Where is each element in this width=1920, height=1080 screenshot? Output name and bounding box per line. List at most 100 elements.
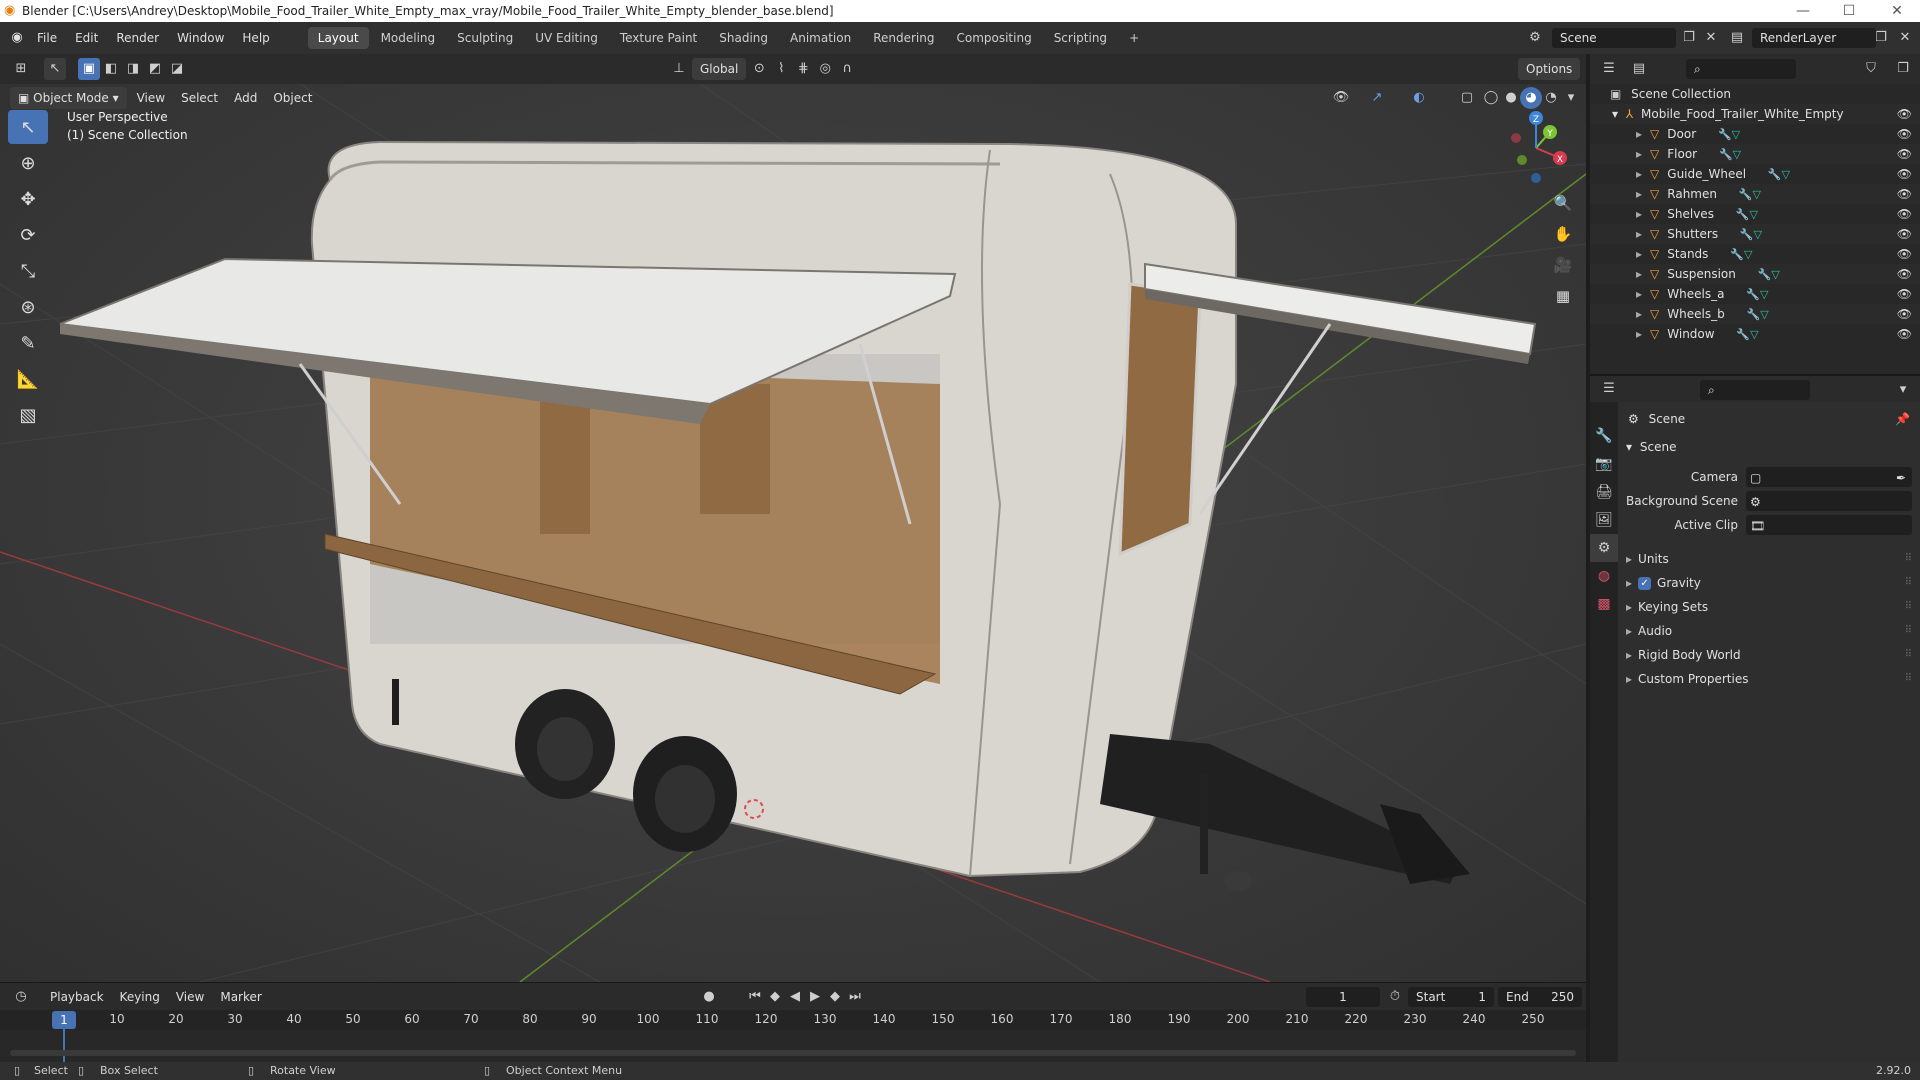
menu-edit[interactable]: Edit — [66, 22, 107, 54]
start-frame-field[interactable]: Start 1 — [1408, 987, 1494, 1007]
menu-playback[interactable]: Playback — [42, 990, 112, 1004]
blender-menu-icon[interactable]: ◉ — [6, 27, 28, 49]
tab-animation[interactable]: Animation — [780, 27, 861, 49]
properties-editor-icon[interactable]: ☰ — [1598, 378, 1620, 400]
tab-compositing[interactable]: Compositing — [946, 27, 1041, 49]
camera-field[interactable]: ▢ ✒ — [1746, 467, 1912, 487]
transform-tool-icon[interactable]: ⊛ — [8, 290, 48, 324]
gizmo-toggle-icon[interactable]: ↗ — [1366, 87, 1388, 109]
eye-icon[interactable]: 👁 — [1897, 324, 1912, 344]
select-invert-icon[interactable]: ◩ — [144, 58, 166, 80]
world-tab-icon[interactable]: ◍ — [1590, 562, 1618, 590]
snap-target-icon[interactable]: ⋕ — [792, 58, 814, 80]
filter-icon[interactable]: ⛉ — [1860, 58, 1882, 80]
select-intersect-icon[interactable]: ◪ — [166, 58, 188, 80]
display-mode-icon[interactable]: ▤ — [1628, 58, 1650, 80]
eye-icon[interactable]: 👁 — [1897, 124, 1912, 144]
drag-grip-icon[interactable]: ⠿ — [1905, 572, 1912, 594]
custom-properties-panel-header[interactable]: ▸ Custom Properties ⠿ — [1622, 668, 1916, 690]
delete-scene-icon[interactable]: ✕ — [1700, 27, 1722, 49]
end-frame-field[interactable]: End 250 — [1498, 987, 1582, 1007]
eye-icon[interactable]: 👁 — [1897, 144, 1912, 164]
pin-icon[interactable]: 📌 — [1895, 408, 1910, 430]
active-clip-field[interactable]: 🎞 — [1746, 515, 1912, 535]
tab-rendering[interactable]: Rendering — [863, 27, 944, 49]
outliner-row-object[interactable]: ▸ ▽ Wheels_a 🔧▽ 👁 — [1590, 284, 1920, 304]
eye-icon[interactable]: 👁 — [1897, 304, 1912, 324]
outliner-row-scene-collection[interactable]: ▣ Scene Collection — [1590, 84, 1920, 104]
scale-tool-icon[interactable]: ⤡ — [8, 254, 48, 288]
play-reverse-icon[interactable]: ◀ — [784, 986, 806, 1008]
menu-timeline-view[interactable]: View — [168, 990, 212, 1004]
drag-grip-icon[interactable]: ⠿ — [1905, 548, 1912, 570]
measure-tool-icon[interactable]: 📐 — [8, 362, 48, 396]
delete-layer-icon[interactable]: ✕ — [1894, 27, 1916, 49]
select-cursor-icon[interactable]: ↖ — [44, 58, 66, 80]
close-button[interactable]: ✕ — [1874, 0, 1920, 22]
menu-file[interactable]: File — [28, 22, 66, 54]
outliner-row-collection[interactable]: ▾ ⅄ Mobile_Food_Trailer_White_Empty 👁 — [1590, 104, 1920, 124]
menu-add[interactable]: Add — [226, 91, 265, 105]
eye-icon[interactable]: 👁 — [1897, 104, 1912, 124]
timeline-scrollbar[interactable] — [10, 1050, 1576, 1056]
expand-arrow-icon[interactable]: ▸ — [1636, 247, 1642, 261]
menu-view[interactable]: View — [129, 91, 173, 105]
expand-arrow-icon[interactable]: ▸ — [1636, 327, 1642, 341]
texture-tab-icon[interactable]: ▩ — [1590, 590, 1618, 618]
camera-view-icon[interactable]: 🎥 — [1550, 252, 1576, 278]
navigation-gizmo[interactable]: X Y Z — [1500, 108, 1580, 188]
outliner-row-object[interactable]: ▸ ▽ Floor 🔧▽ 👁 — [1590, 144, 1920, 164]
outliner-row-object[interactable]: ▸ ▽ Window 🔧▽ 👁 — [1590, 324, 1920, 344]
tab-layout[interactable]: Layout — [307, 27, 369, 49]
options-dropdown[interactable]: Options — [1518, 58, 1581, 80]
properties-search-input[interactable]: ⌕ — [1700, 380, 1810, 400]
solid-shading-icon[interactable]: ● — [1500, 87, 1522, 109]
object-mode-dropdown[interactable]: ▣ Object Mode ▾ — [10, 87, 127, 109]
units-panel-header[interactable]: ▸ Units ⠿ — [1622, 548, 1916, 570]
scene-selector[interactable]: Scene — [1552, 28, 1676, 48]
eye-icon[interactable]: 👁 — [1897, 184, 1912, 204]
expand-arrow-icon[interactable]: ▸ — [1636, 287, 1642, 301]
rotate-tool-icon[interactable]: ⟳ — [8, 218, 48, 252]
expand-arrow-icon[interactable]: ▾ — [1612, 107, 1618, 121]
timeline-editor-icon[interactable]: ◷ — [10, 986, 32, 1008]
annotate-tool-icon[interactable]: ✎ — [8, 326, 48, 360]
menu-object[interactable]: Object — [265, 91, 320, 105]
shading-options-icon[interactable]: ▾ — [1560, 87, 1582, 109]
add-cube-tool-icon[interactable]: ▧ — [8, 398, 48, 432]
background-scene-field[interactable]: ⚙ — [1746, 491, 1912, 511]
proportional-edit-icon[interactable]: ◎ — [814, 58, 836, 80]
properties-options-icon[interactable]: ▾ — [1892, 379, 1914, 401]
outliner-row-object[interactable]: ▸ ▽ Shelves 🔧▽ 👁 — [1590, 204, 1920, 224]
overlay-toggle-icon[interactable]: ◐ — [1408, 87, 1430, 109]
minimize-button[interactable]: — — [1780, 0, 1826, 22]
jump-end-icon[interactable]: ⏭ — [844, 986, 866, 1008]
tab-modeling[interactable]: Modeling — [371, 27, 446, 49]
menu-render[interactable]: Render — [107, 22, 168, 54]
visibility-icon[interactable]: 👁 — [1330, 87, 1352, 109]
menu-marker[interactable]: Marker — [212, 990, 269, 1004]
tab-sculpting[interactable]: Sculpting — [447, 27, 523, 49]
drag-grip-icon[interactable]: ⠿ — [1905, 596, 1912, 618]
new-collection-icon[interactable]: ❐ — [1892, 58, 1914, 80]
outliner-row-object[interactable]: ▸ ▽ Door 🔧▽ 👁 — [1590, 124, 1920, 144]
render-layer-selector[interactable]: RenderLayer — [1752, 28, 1876, 48]
ortho-grid-icon[interactable]: ▦ — [1550, 283, 1576, 309]
stopwatch-icon[interactable]: ⏱ — [1384, 986, 1406, 1008]
outliner-row-object[interactable]: ▸ ▽ Rahmen 🔧▽ 👁 — [1590, 184, 1920, 204]
view-layer-tab-icon[interactable]: 🖼 — [1590, 506, 1618, 534]
render-tab-icon[interactable]: 📷 — [1590, 450, 1618, 478]
pivot-icon[interactable]: ⊙ — [748, 58, 770, 80]
zoom-icon[interactable]: 🔍 — [1550, 190, 1576, 216]
tool-tab-icon[interactable]: 🔧 — [1590, 422, 1618, 450]
maximize-button[interactable]: ☐ — [1826, 0, 1872, 22]
record-icon[interactable]: ● — [698, 986, 720, 1008]
outliner-row-object[interactable]: ▸ ▽ Suspension 🔧▽ 👁 — [1590, 264, 1920, 284]
xray-icon[interactable]: ▢ — [1456, 87, 1478, 109]
menu-select[interactable]: Select — [173, 91, 226, 105]
drag-grip-icon[interactable]: ⠿ — [1905, 620, 1912, 642]
menu-window[interactable]: Window — [168, 22, 233, 54]
pan-hand-icon[interactable]: ✋ — [1550, 221, 1576, 247]
drag-grip-icon[interactable]: ⠿ — [1905, 668, 1912, 690]
transform-orientation-dropdown[interactable]: Global — [692, 58, 747, 80]
